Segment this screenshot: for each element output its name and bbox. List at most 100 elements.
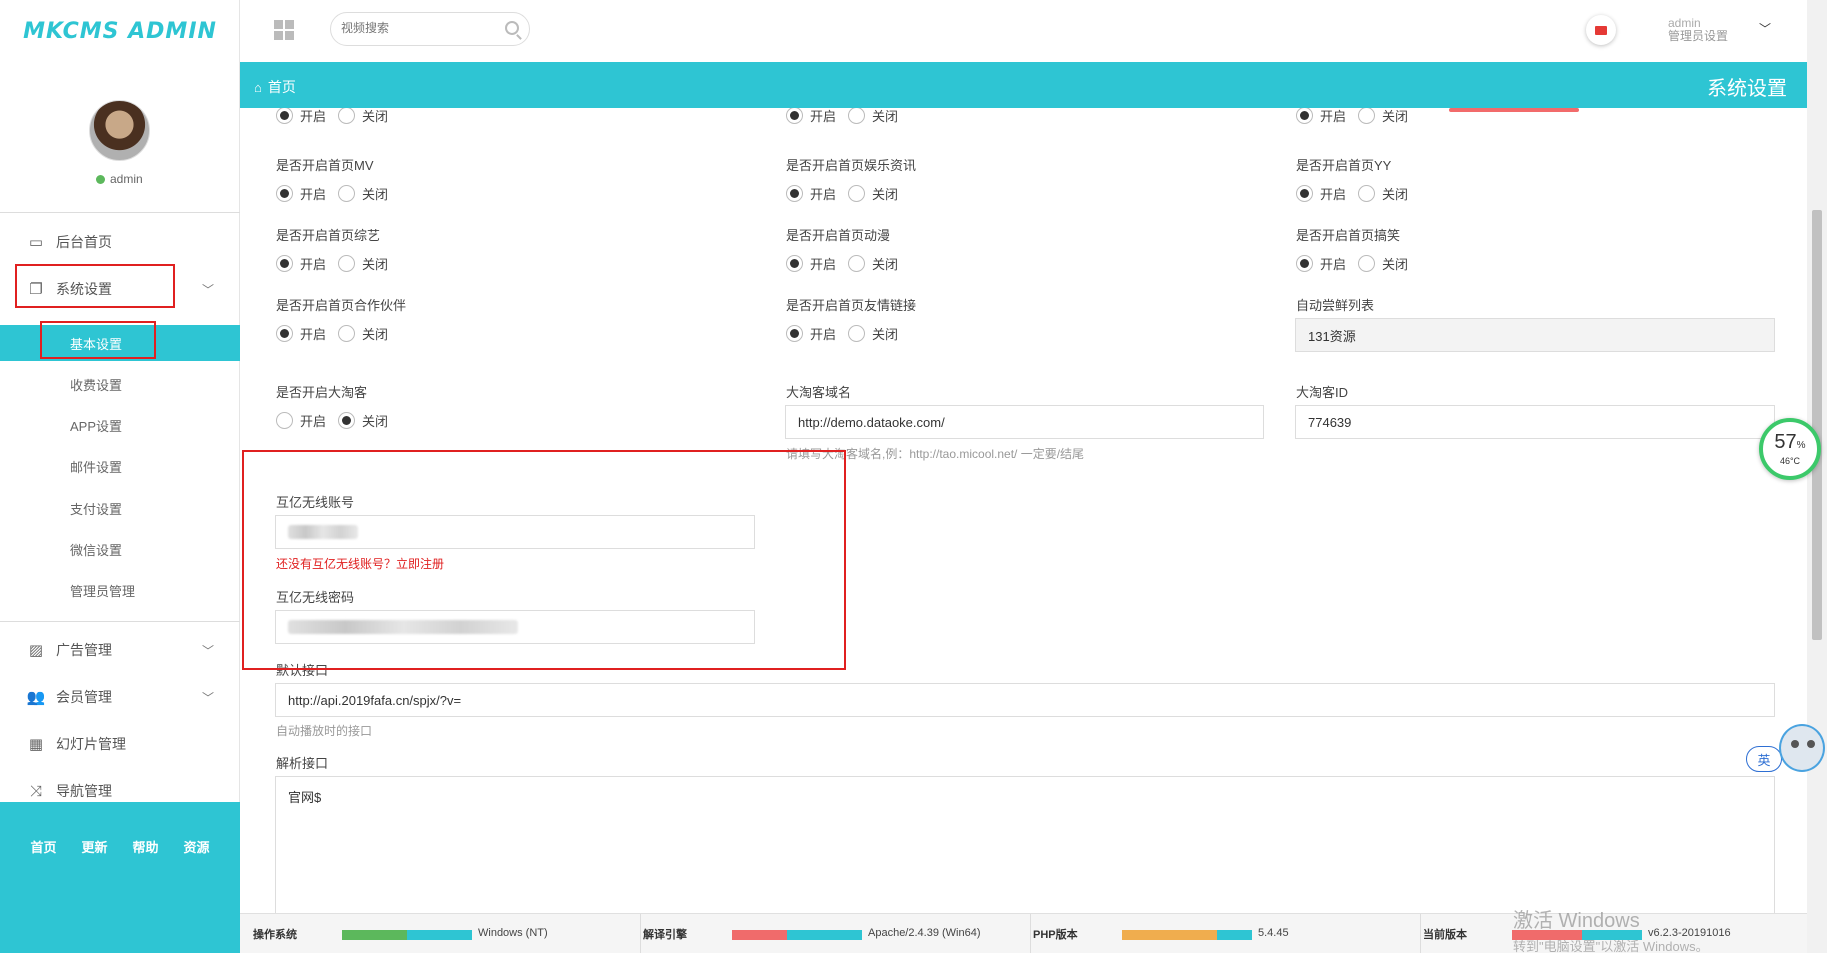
user-role[interactable]: 管理员设置 — [1668, 30, 1728, 43]
sidebar-item-slides[interactable]: ▦ 幻灯片管理 — [0, 724, 240, 764]
radio-off[interactable] — [848, 325, 866, 342]
variety-radio-group: 开启 关闭 — [276, 254, 400, 273]
radio-off[interactable] — [338, 255, 356, 272]
sidebar-subitem-payment-settings[interactable]: 支付设置 — [0, 490, 240, 526]
top-bar: admin 管理员设置 ﹀ — [240, 0, 1827, 62]
sidebar-item-ads[interactable]: ▨ 广告管理 ﹀ — [0, 630, 240, 670]
image-icon: ▨ — [28, 642, 44, 659]
radio-on[interactable] — [786, 255, 803, 272]
page-scrollbar[interactable] — [1807, 0, 1827, 953]
radio-label: 开启 — [1320, 257, 1347, 272]
radio-label: 关闭 — [1382, 109, 1409, 124]
radio-off[interactable] — [848, 108, 866, 124]
avatar[interactable] — [89, 100, 150, 161]
search-box — [330, 12, 530, 46]
dtk-label: 是否开启大淘客 — [276, 385, 368, 400]
radio-off[interactable] — [338, 325, 356, 342]
sidebar-subitem-admin-management[interactable]: 管理员管理 — [0, 572, 240, 608]
radio-off[interactable] — [1358, 255, 1376, 272]
table-icon: ▦ — [28, 736, 44, 753]
parse-api-textarea[interactable]: 官网$ — [275, 776, 1775, 913]
radio-label: 开启 — [810, 187, 837, 202]
chevron-down-icon: ﹀ — [201, 282, 214, 297]
sidebar-item-label: 后台首页 — [56, 234, 112, 250]
chevron-down-icon: ﹀ — [201, 643, 214, 658]
assistant-mascot-icon[interactable] — [1779, 724, 1825, 772]
ent-news-label: 是否开启首页娱乐资讯 — [786, 158, 917, 173]
highlight-box — [242, 450, 846, 670]
radio-off[interactable] — [848, 185, 866, 202]
yy-radio-group: 开启 关闭 — [1296, 184, 1420, 203]
breadcrumb[interactable]: ⌂ 首页 — [254, 77, 296, 97]
radio-on[interactable] — [1296, 108, 1313, 124]
breadcrumb-bar: ⌂ 首页 系统设置 — [240, 62, 1807, 108]
dtk-id-input[interactable]: 774639 — [1295, 405, 1775, 439]
gauge-temperature: 46°C — [1779, 456, 1801, 466]
dtk-domain-label: 大淘客域名 — [786, 385, 852, 400]
sidebar-item-label: 广告管理 — [56, 642, 112, 658]
radio-on[interactable] — [276, 108, 293, 124]
default-api-input[interactable]: http://api.2019fafa.cn/spjx/?v= — [275, 683, 1775, 717]
footer-link-home[interactable]: 首页 — [30, 837, 56, 856]
chevron-down-icon[interactable]: ﹀ — [1759, 20, 1771, 37]
autocollect-select[interactable]: 131资源 — [1295, 318, 1775, 352]
ent-news-radio-group: 开启 关闭 — [786, 184, 910, 203]
radio-on[interactable] — [786, 185, 803, 202]
sidebar-subitem-fee-settings[interactable]: 收费设置 — [0, 366, 240, 402]
sidebar-item-label: 导航管理 — [56, 783, 112, 799]
footer-link-resources[interactable]: 资源 — [183, 837, 209, 856]
radio-label: 关闭 — [362, 187, 389, 202]
sidebar-subitem-wechat-settings[interactable]: 微信设置 — [0, 531, 240, 567]
radio-on[interactable] — [786, 108, 803, 124]
memory-gauge[interactable]: 57% 46°C — [1759, 418, 1821, 480]
sidebar-subitem-app-settings[interactable]: APP设置 — [0, 407, 240, 443]
radio-on[interactable] — [276, 325, 293, 342]
status-php-value: 5.4.45 — [1258, 927, 1289, 939]
radio-group: 开启 关闭 — [276, 108, 400, 125]
footer-link-help[interactable]: 帮助 — [132, 837, 158, 856]
radio-label: 关闭 — [1382, 257, 1409, 272]
radio-off[interactable] — [338, 412, 356, 429]
radio-on[interactable] — [276, 185, 293, 202]
search-icon[interactable] — [505, 21, 519, 35]
radio-label: 关闭 — [872, 257, 899, 272]
sidebar-divider — [0, 621, 240, 622]
radio-on[interactable] — [786, 325, 803, 342]
shuffle-icon: ⤨ — [29, 782, 42, 800]
radio-off[interactable] — [848, 255, 866, 272]
apps-grid-icon[interactable] — [274, 20, 294, 40]
radio-label: 关闭 — [1382, 187, 1409, 202]
radio-off[interactable] — [1358, 185, 1376, 202]
os-bar — [342, 930, 472, 940]
user-online-name: admin — [110, 172, 143, 186]
radio-on[interactable] — [276, 255, 293, 272]
highlight-box — [40, 321, 156, 359]
sidebar: MKCMS ADMIN admin ▭ 后台首页 ❐ 系统设置 ﹀ 基本设置 收… — [0, 0, 240, 953]
autocollect-label: 自动尝鲜列表 — [1296, 298, 1375, 313]
mail-button[interactable] — [1586, 15, 1616, 45]
sidebar-item-dashboard[interactable]: ▭ 后台首页 — [0, 222, 240, 262]
dtk-domain-input[interactable]: http://demo.dataoke.com/ — [785, 405, 1264, 439]
sidebar-subitem-mail-settings[interactable]: 邮件设置 — [0, 448, 240, 484]
radio-off[interactable] — [338, 108, 356, 124]
dtk-id-label: 大淘客ID — [1296, 385, 1349, 400]
ime-language-toggle[interactable]: 英 — [1746, 746, 1782, 772]
search-input[interactable] — [341, 21, 491, 35]
radio-off[interactable] — [1358, 108, 1376, 124]
sidebar-item-members[interactable]: 👥 会员管理 ﹀ — [0, 677, 240, 717]
radio-on[interactable] — [1296, 185, 1313, 202]
breadcrumb-home[interactable]: 首页 — [268, 77, 296, 97]
footer-link-update[interactable]: 更新 — [81, 837, 107, 856]
radio-group: 开启 关闭 — [786, 108, 910, 125]
radio-on[interactable] — [1296, 255, 1313, 272]
app-logo[interactable]: MKCMS ADMIN — [0, 0, 240, 62]
partner-radio-group: 开启 关闭 — [276, 324, 400, 343]
scrollbar-thumb[interactable] — [1812, 210, 1822, 640]
radio-label: 关闭 — [872, 187, 899, 202]
radio-label: 开启 — [1320, 187, 1347, 202]
radio-on[interactable] — [276, 412, 293, 429]
radio-label: 开启 — [1320, 109, 1347, 124]
mv-radio-group: 开启 关闭 — [276, 184, 400, 203]
radio-off[interactable] — [338, 185, 356, 202]
mv-label: 是否开启首页MV — [276, 158, 374, 173]
